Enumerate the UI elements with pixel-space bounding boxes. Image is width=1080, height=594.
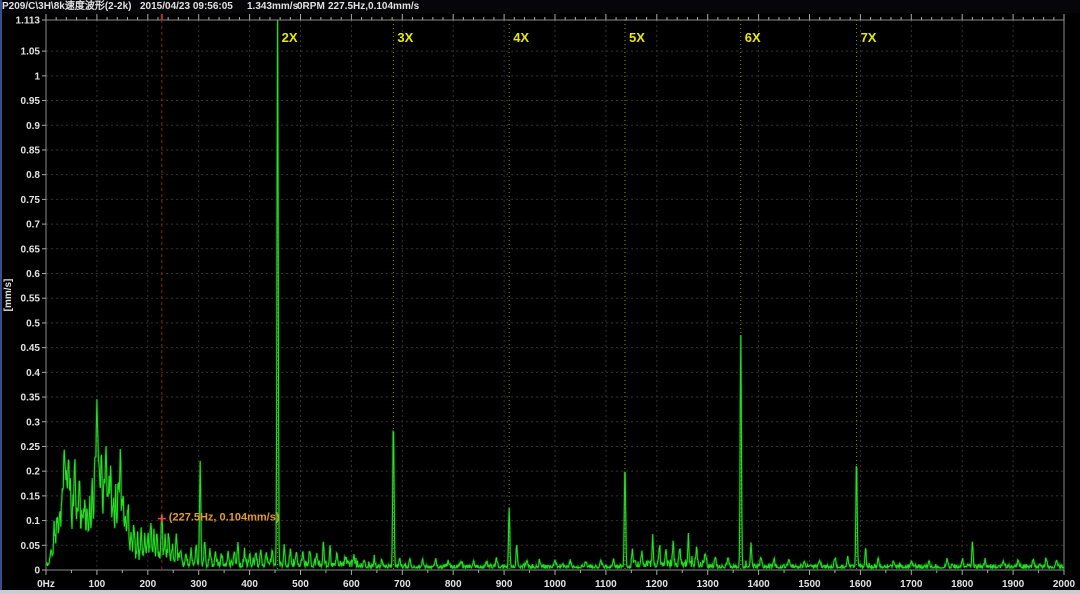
rpm-value: 0RPM (297, 0, 325, 13)
x-tick-label: 1800 (951, 579, 974, 590)
x-tick-label: 1600 (849, 579, 872, 590)
x-tick-label: 900 (496, 579, 513, 590)
x-tick-label: 100 (89, 579, 106, 590)
harmonic-label: 3X (397, 30, 413, 45)
x-axis-labels: 0Hz 100 200 300 400 500 600 700 800 900 1000 1100 12… (37, 579, 1075, 590)
x-tick-label: 0Hz (37, 579, 55, 590)
y-tick-label: 0 (34, 566, 40, 577)
x-tick-label: 1400 (747, 579, 770, 590)
x-tick-label: 300 (190, 579, 207, 590)
harmonic-label: 7X (861, 30, 877, 45)
y-tick-label: 0.8 (26, 170, 40, 181)
x-tick-label: 1100 (595, 579, 617, 590)
y-tick-label: 1 (34, 71, 40, 82)
measurement-point-label: P209/C\3H\8k速度波形(2-2k) (2, 0, 132, 13)
harmonic-label: 2X (282, 30, 298, 45)
status-bar: P209/C\3H\8k速度波形(2-2k) 2015/04/23 09:56:… (0, 0, 1080, 13)
overall-value: 1.343mm/s (247, 0, 298, 13)
y-tick-label: 0.9 (26, 121, 40, 132)
y-tick-label: 0.55 (21, 294, 41, 305)
y-tick-label: 0.3 (26, 417, 40, 428)
cursor-readout: 227.5Hz,0.104mm/s (328, 0, 419, 13)
x-tick-label: 500 (292, 579, 309, 590)
spectrum-plot[interactable]: 1.113 1.05 1 0.95 0.9 0.85 0.8 0.75 0.7 0.65 0.6 0.… (0, 0, 1080, 594)
x-tick-label: 600 (343, 579, 360, 590)
y-tick-label: 0.35 (21, 393, 41, 404)
y-tick-label: 0.15 (21, 491, 41, 502)
x-tick-label: 1200 (646, 579, 669, 590)
y-tick-label: 0.85 (21, 145, 41, 156)
y-tick-label: 0.05 (21, 541, 41, 552)
harmonic-label: 5X (629, 30, 645, 45)
y-tick-label: 0.2 (26, 467, 40, 478)
x-tick-label: 200 (139, 579, 156, 590)
y-tick-label: 0.65 (21, 244, 41, 255)
x-tick-label: 1000 (544, 579, 567, 590)
timestamp: 2015/04/23 09:56:05 (140, 0, 233, 13)
x-tick-label: 1900 (1002, 579, 1025, 590)
y-axis-title: [mm/s] (3, 279, 14, 312)
x-tick-label: 800 (445, 579, 462, 590)
x-tick-label: 1500 (798, 579, 821, 590)
harmonic-label: 4X (513, 30, 529, 45)
y-tick-label: 0.7 (26, 220, 40, 231)
y-tick-label: 0.5 (26, 318, 40, 329)
y-tick-label: 0.75 (21, 195, 41, 206)
window-bottom-edge (0, 590, 1080, 594)
harmonic-label: 6X (745, 30, 761, 45)
y-tick-label: 0.25 (21, 442, 41, 453)
y-tick-label: 0.4 (26, 368, 40, 379)
y-tick-label: 0.45 (21, 343, 41, 354)
cursor-annotation: (227.5Hz, 0.104mm/s) (169, 512, 280, 524)
y-tick-label: 1.113 (16, 16, 41, 27)
x-tick-label: 2000 (1053, 579, 1076, 590)
x-tick-label: 400 (241, 579, 258, 590)
window-left-border (0, 0, 2, 590)
y-tick-label: 0.1 (26, 516, 40, 527)
y-tick-label: 0.6 (26, 269, 40, 280)
y-tick-label: 0.95 (21, 96, 41, 107)
x-tick-label: 1700 (900, 579, 923, 590)
x-tick-label: 1300 (697, 579, 720, 590)
x-tick-label: 700 (394, 579, 411, 590)
y-tick-label: 1.05 (21, 47, 41, 58)
